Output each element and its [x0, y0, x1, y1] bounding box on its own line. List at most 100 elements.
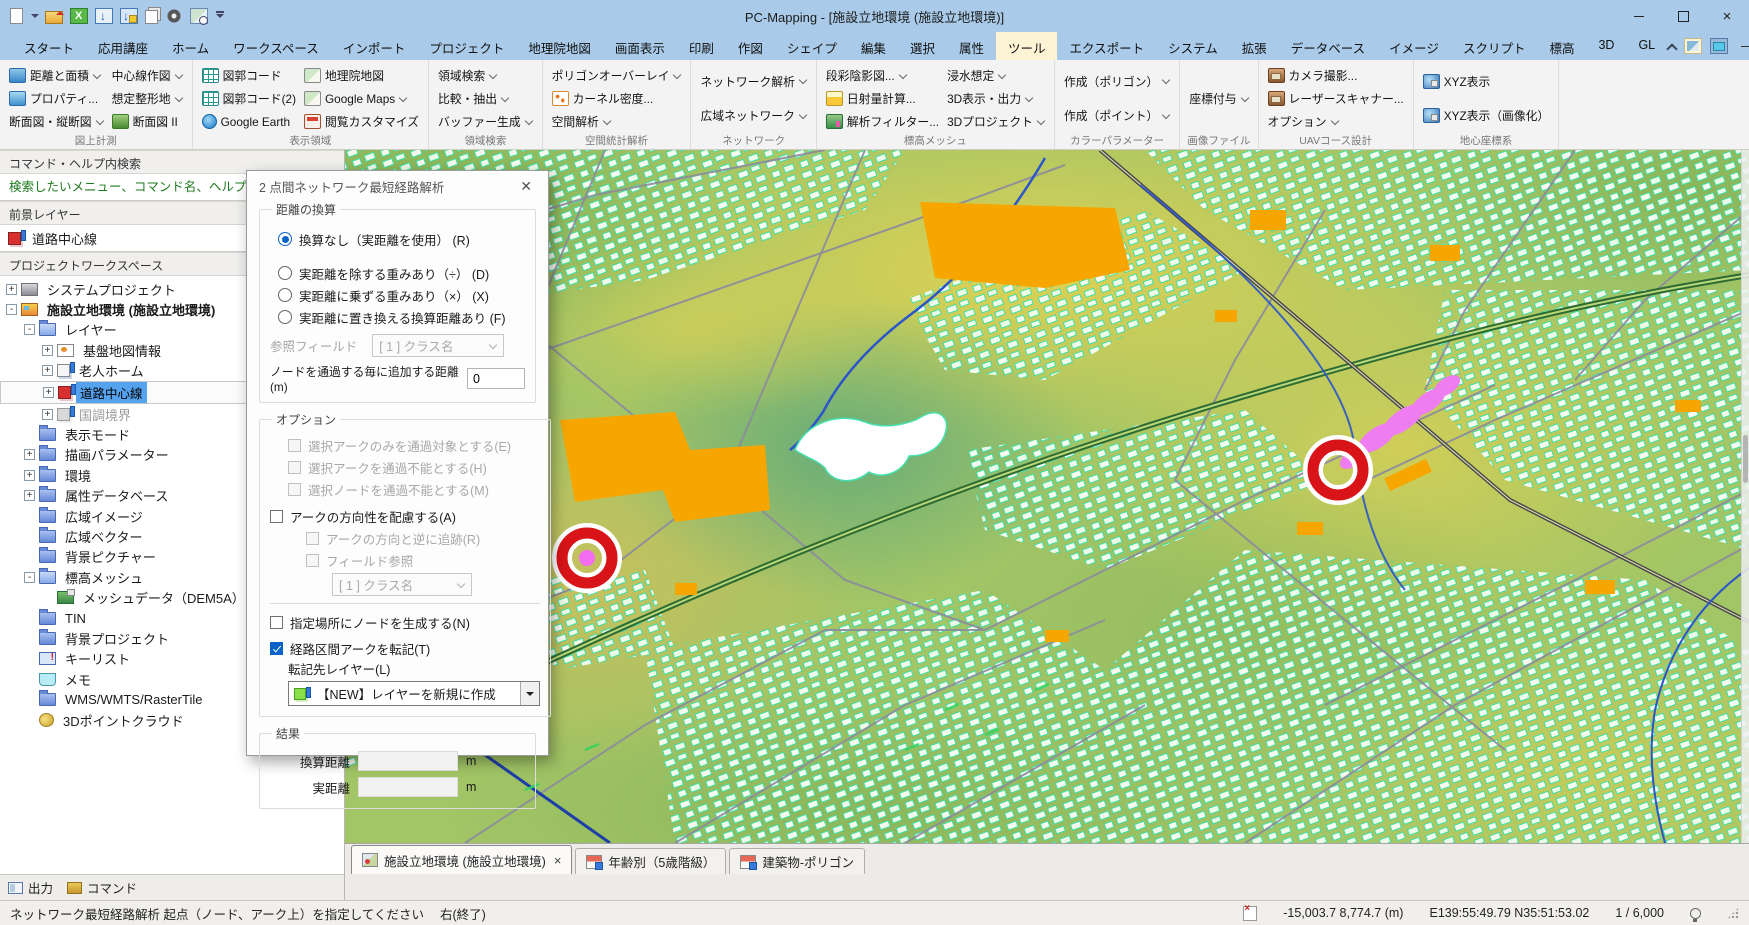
map-vertical-scrollbar[interactable]	[1741, 150, 1749, 843]
expand-toggle-icon[interactable]	[42, 592, 53, 603]
expand-toggle-icon[interactable]	[24, 633, 35, 644]
laser-scanner-button[interactable]: レーザースキャナー...	[1265, 87, 1407, 110]
buffer-generate-button[interactable]: バッファー生成	[435, 110, 536, 133]
ribbon-tab[interactable]: 応用講座	[86, 32, 160, 60]
create-point-button[interactable]: 作成（ポイント）	[1061, 104, 1173, 127]
create-polygon-button[interactable]: 作成（ポリゴン）	[1061, 70, 1173, 93]
doc-tab-age-groups[interactable]: 年齢別（5歳階級）	[575, 848, 726, 874]
map-sheet-code-button[interactable]: 図郭コード	[199, 64, 299, 87]
ribbon-tab[interactable]: 3D	[1586, 32, 1626, 60]
scrollbar-thumb[interactable]	[1743, 435, 1748, 483]
3d-project-button[interactable]: 3Dプロジェクト	[944, 110, 1048, 133]
expand-toggle-icon[interactable]: -	[6, 304, 17, 315]
combo-dropdown-button[interactable]	[520, 682, 539, 705]
flood-assumption-button[interactable]: 浸水想定	[944, 64, 1048, 87]
distance-area-button[interactable]: 距離と面積	[6, 64, 107, 87]
expand-toggle-icon[interactable]	[24, 429, 35, 440]
copy-paste-icon[interactable]	[145, 10, 158, 24]
ribbon-tab[interactable]: 画面表示	[603, 32, 677, 60]
network-analysis-button[interactable]: ネットワーク解析	[697, 70, 809, 93]
options-button[interactable]: オプション	[1265, 110, 1407, 133]
ribbon-tab[interactable]: 標高	[1537, 32, 1586, 60]
image-tool-icon[interactable]	[1684, 38, 1702, 54]
expand-toggle-icon[interactable]	[24, 551, 35, 562]
expand-toggle-icon[interactable]	[24, 694, 35, 705]
analysis-filter-button[interactable]: 解析フィルター...	[823, 110, 942, 133]
expand-toggle-icon[interactable]	[24, 531, 35, 542]
open-folder-icon[interactable]	[45, 11, 63, 24]
ribbon-tab[interactable]: スクリプト	[1451, 32, 1538, 60]
close-button[interactable]: ×	[1705, 0, 1749, 32]
ribbon-tab[interactable]: 属性	[947, 32, 996, 60]
expand-toggle-icon[interactable]: -	[24, 324, 35, 335]
ribbon-tab[interactable]: ワークスペース	[221, 32, 331, 60]
checkbox-generate-node[interactable]	[270, 616, 283, 629]
expand-toggle-icon[interactable]: +	[24, 449, 35, 460]
output-tab[interactable]: 出力	[8, 878, 53, 897]
assumed-lot-button[interactable]: 想定整形地	[109, 87, 186, 110]
georeference-button[interactable]: 座標付与	[1186, 87, 1251, 110]
doc-tab-buildings[interactable]: 建築物-ポリゴン	[729, 848, 865, 874]
camera-tool-icon[interactable]	[1710, 38, 1728, 54]
solar-radiation-button[interactable]: 日射量計算...	[823, 87, 942, 110]
maximize-button[interactable]	[1661, 0, 1705, 32]
doc-minimize-button[interactable]	[1736, 38, 1749, 54]
expand-toggle-icon[interactable]: -	[24, 572, 35, 583]
expand-toggle-icon[interactable]: +	[6, 284, 17, 295]
resize-grip[interactable]	[1727, 907, 1739, 919]
map-sheet-code-2-button[interactable]: 図郭コード(2)	[199, 87, 299, 110]
polygon-overlay-button[interactable]: ポリゴンオーバーレイ	[549, 64, 685, 87]
expand-toggle-icon[interactable]	[24, 613, 35, 624]
status-map-scale[interactable]: 1 / 6,000	[1615, 906, 1664, 920]
ribbon-tab[interactable]: ホーム	[160, 32, 221, 60]
checkbox-transfer-arcs[interactable]	[270, 642, 283, 655]
cross-section-button[interactable]: 断面図・縦断図	[6, 110, 107, 133]
expand-toggle-icon[interactable]	[24, 653, 35, 664]
image-search-icon[interactable]	[190, 8, 208, 24]
ribbon-tab[interactable]: プロジェクト	[417, 32, 516, 60]
settings-gear-icon[interactable]	[165, 8, 183, 24]
transfer-layer-combo[interactable]: 【NEW】レイヤーを新規に作成	[288, 681, 540, 706]
ribbon-tab[interactable]: シェイプ	[775, 32, 849, 60]
gsi-map-button[interactable]: 地理院地図	[301, 64, 422, 87]
xyz-display-image-button[interactable]: XYZ表示（画像化）	[1420, 104, 1553, 127]
ribbon-tab[interactable]: 作図	[726, 32, 775, 60]
expand-toggle-icon[interactable]: +	[43, 387, 54, 398]
more-commands-icon[interactable]	[215, 8, 225, 24]
import-download-icon[interactable]	[95, 8, 113, 24]
ribbon-tab[interactable]: スタート	[12, 32, 86, 60]
doc-tab-facility-env[interactable]: 施設立地環境 (施設立地環境) ×	[351, 845, 572, 874]
google-maps-button[interactable]: Google Maps	[301, 87, 422, 110]
properties-button[interactable]: プロパティ...	[6, 87, 107, 110]
ribbon-tab[interactable]: 地理院地図	[516, 32, 603, 60]
browse-customize-button[interactable]: 閲覧カスタマイズ	[301, 110, 422, 133]
radio-no-conversion[interactable]	[278, 232, 292, 246]
expand-toggle-icon[interactable]: +	[24, 490, 35, 501]
camera-shot-button[interactable]: カメラ撮影...	[1265, 64, 1407, 87]
compare-extract-button[interactable]: 比較・抽出	[435, 87, 536, 110]
ribbon-tab[interactable]: エクスポート	[1057, 32, 1156, 60]
expand-toggle-icon[interactable]	[24, 674, 35, 685]
checkbox-arc-direction[interactable]	[270, 510, 283, 523]
node-distance-input[interactable]	[467, 368, 525, 389]
excel-export-icon[interactable]	[70, 8, 88, 24]
ribbon-tab[interactable]: 編集	[849, 32, 898, 60]
dropdown-caret-icon[interactable]	[30, 12, 38, 20]
expand-toggle-icon[interactable]: +	[24, 470, 35, 481]
google-earth-button[interactable]: Google Earth	[199, 110, 299, 133]
spatial-analysis-button[interactable]: 空間解析	[549, 110, 685, 133]
cross-section-2-button[interactable]: 断面図 II	[109, 110, 186, 133]
shaded-relief-button[interactable]: 段彩陰影図...	[823, 64, 942, 87]
command-tab[interactable]: コマンド	[67, 878, 137, 897]
xyz-display-button[interactable]: XYZ表示	[1420, 70, 1553, 93]
minimize-button[interactable]	[1617, 0, 1661, 32]
expand-toggle-icon[interactable]: +	[42, 345, 53, 356]
ribbon-tab[interactable]: インポート	[331, 32, 418, 60]
close-tab-icon[interactable]: ×	[554, 853, 562, 868]
expand-toggle-icon[interactable]	[24, 511, 35, 522]
3d-display-output-button[interactable]: 3D表示・出力	[944, 87, 1048, 110]
expand-toggle-icon[interactable]: +	[42, 365, 53, 376]
wide-network-button[interactable]: 広域ネットワーク	[697, 104, 809, 127]
kernel-density-button[interactable]: カーネル密度...	[549, 87, 685, 110]
ribbon-tab[interactable]: システム	[1156, 32, 1230, 60]
